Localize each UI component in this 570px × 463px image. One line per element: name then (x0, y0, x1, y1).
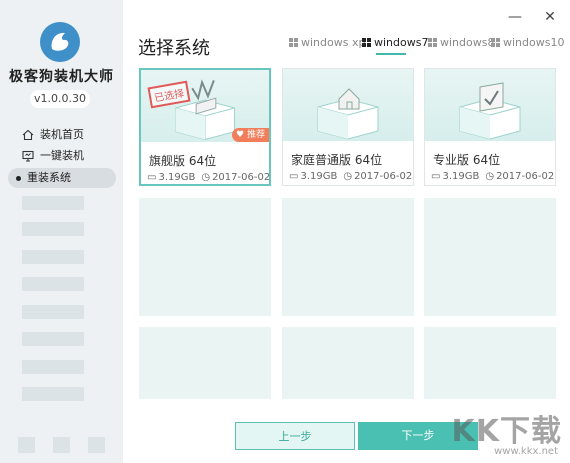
disk-icon: ▭ (147, 172, 157, 183)
tab-label: windows7 (374, 35, 429, 49)
recommended-tag: ♥ 推荐 (232, 128, 269, 142)
placeholder-square (53, 437, 70, 453)
card-date: 2017-06-02 (354, 171, 413, 182)
app-name: 极客狗装机大师 (9, 69, 114, 85)
placeholder-card (139, 327, 271, 399)
close-button[interactable]: ✕ (543, 10, 557, 24)
clock-icon: ◷ (201, 172, 211, 183)
placeholder-bar (22, 250, 84, 264)
tab-windows10[interactable]: windows10 (491, 34, 564, 50)
nav-label-home: 装机首页 (40, 128, 84, 141)
tab-windows-xp[interactable]: windows xp (289, 34, 365, 50)
active-tab-indicator (376, 53, 406, 55)
windows-logo-icon (362, 37, 371, 47)
system-card-professional[interactable]: 专业版 64位 ▭ 3.19GB ◷ 2017-06-02 (424, 68, 556, 186)
minimize-button[interactable]: — (508, 10, 522, 24)
page-title: 选择系统 (138, 38, 210, 59)
placeholder-bar (22, 222, 84, 236)
placeholder-bar (22, 305, 84, 319)
placeholder-square (88, 437, 105, 453)
home-icon (22, 129, 34, 141)
placeholder-card (139, 198, 271, 316)
card-title: 专业版 64位 (433, 153, 501, 167)
placeholder-bar (22, 196, 84, 210)
clock-icon: ◷ (343, 171, 353, 182)
tab-label: windows xp (301, 35, 366, 49)
system-box-illustration (283, 69, 413, 141)
placeholder-bar (22, 387, 84, 401)
card-title: 旗舰版 64位 (149, 154, 217, 168)
tab-label: windows8 (440, 35, 495, 49)
windows-logo-icon (289, 37, 298, 47)
clock-icon: ◷ (485, 171, 495, 182)
nav-label-one-click-install: 一键装机 (40, 149, 84, 162)
tab-windows7[interactable]: windows7 (362, 34, 428, 50)
watermark-url: www.kkx.net (494, 446, 558, 457)
system-card-home-basic[interactable]: 家庭普通版 64位 ▭ 3.19GB ◷ 2017-06-02 (282, 68, 414, 186)
nav-item-home[interactable]: 装机首页 (22, 126, 84, 144)
disk-icon: ▭ (431, 171, 441, 182)
placeholder-bar (22, 332, 84, 346)
windows-logo-icon (428, 37, 437, 47)
system-card-ultimate[interactable]: 已选择 ♥ 推荐 旗舰版 64位 ▭ 3.19GB ◷ 2017-06-02 (139, 68, 271, 186)
card-size: 3.19GB (300, 171, 338, 182)
card-size: 3.19GB (442, 171, 480, 182)
version-badge: v1.0.0.30 (30, 90, 90, 108)
recommended-tag-label: 推荐 (246, 130, 265, 140)
card-meta: ▭ 3.19GB ◷ 2017-06-02 (431, 171, 554, 182)
card-date: 2017-06-02 (496, 171, 555, 182)
app-logo (40, 22, 80, 62)
card-title: 家庭普通版 64位 (291, 153, 383, 167)
placeholder-card (282, 327, 414, 399)
nav-item-reinstall-system[interactable]: 重装系统 (8, 168, 116, 188)
previous-step-button[interactable]: 上一步 (235, 422, 355, 450)
sidebar: 极客狗装机大师 v1.0.0.30 装机首页 一键装机 重装系统 (0, 0, 123, 463)
watermark: KK下载 (451, 414, 562, 449)
bullet-icon (16, 175, 21, 181)
card-size: 3.19GB (158, 172, 196, 183)
placeholder-card (424, 198, 556, 316)
tab-windows8[interactable]: windows8 (428, 34, 494, 50)
card-date: 2017-06-02 (212, 172, 271, 183)
disk-icon: ▭ (289, 171, 299, 182)
nav-item-one-click-install[interactable]: 一键装机 (22, 147, 84, 165)
tab-label: windows10 (503, 35, 565, 49)
card-meta: ▭ 3.19GB ◷ 2017-06-02 (289, 171, 412, 182)
card-meta: ▭ 3.19GB ◷ 2017-06-02 (147, 172, 270, 183)
placeholder-bar (22, 277, 84, 291)
system-box-illustration (425, 69, 555, 141)
placeholder-card (282, 198, 414, 316)
windows-logo-icon (491, 37, 500, 47)
placeholder-bar (22, 360, 84, 374)
monitor-icon (22, 150, 34, 162)
placeholder-card (424, 327, 556, 399)
placeholder-square (18, 437, 35, 453)
nav-label-reinstall-system: 重装系统 (27, 171, 71, 184)
